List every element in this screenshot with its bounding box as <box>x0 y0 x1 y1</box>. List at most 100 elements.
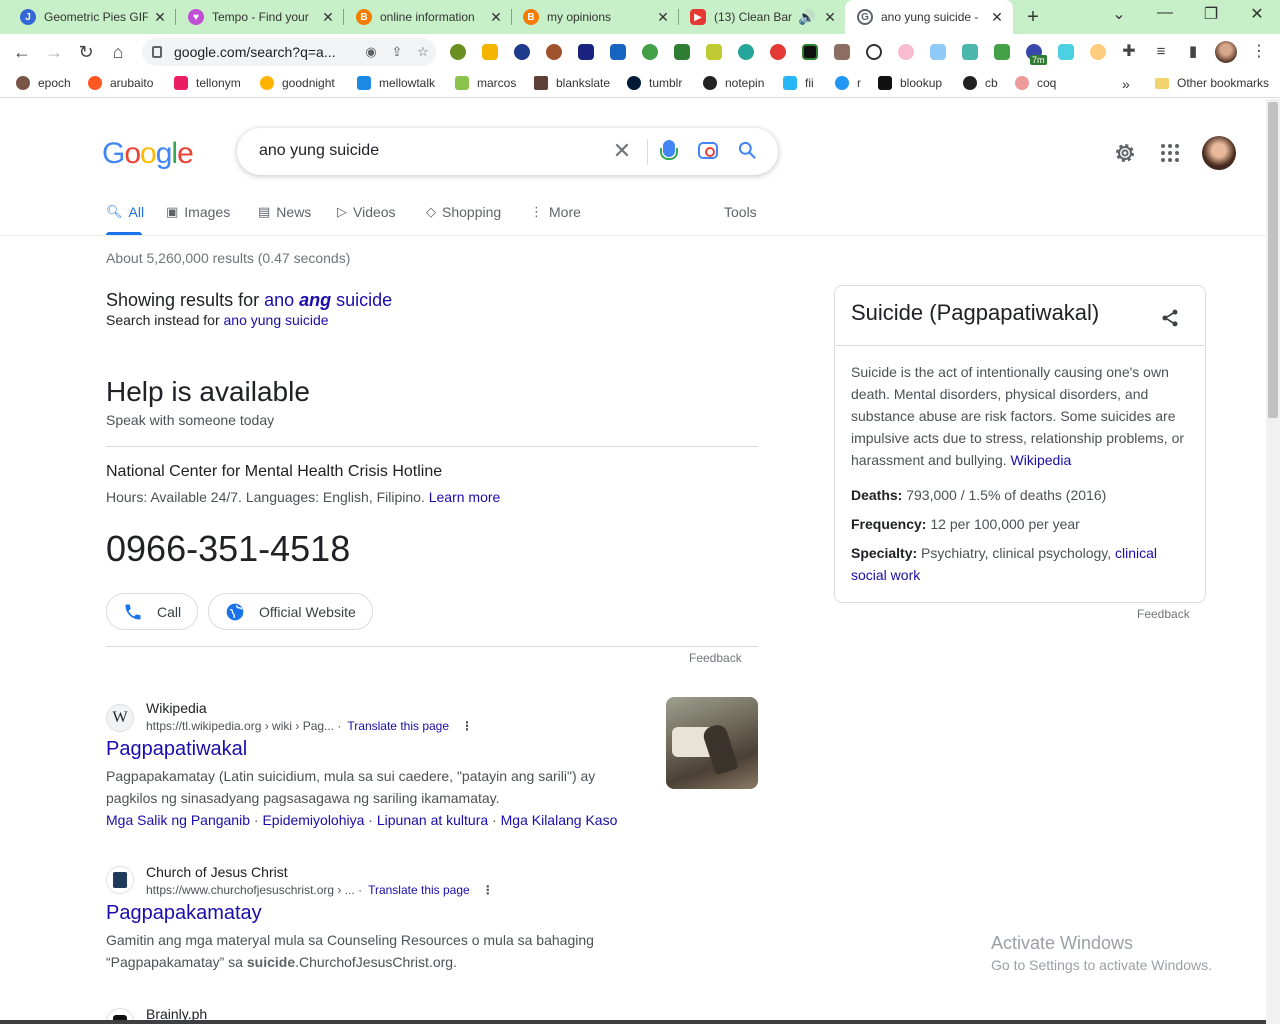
extension-icon[interactable] <box>770 44 786 60</box>
tools-button[interactable]: Tools <box>724 204 757 220</box>
feedback-link[interactable]: Feedback <box>1137 607 1190 621</box>
extension-icon[interactable] <box>642 44 658 60</box>
result-title-link[interactable]: Pagpapakamatay <box>106 902 262 925</box>
extension-icon[interactable] <box>610 44 626 60</box>
tab-news[interactable]: ▤ News <box>258 204 311 220</box>
home-button[interactable]: ⌂ <box>106 40 130 64</box>
address-bar[interactable]: google.com/search?q=a... ◉ ⇪ ☆ <box>142 38 436 66</box>
side-panel-icon[interactable]: ▮ <box>1181 40 1205 64</box>
moon-extension-icon[interactable] <box>866 44 882 60</box>
bookmark-tumblr[interactable]: tumblr <box>627 76 682 90</box>
pencil-extension-icon[interactable] <box>482 44 498 60</box>
extension-icon[interactable] <box>962 44 978 60</box>
kebab-menu-icon[interactable]: ⋮ <box>1247 40 1271 64</box>
profile-avatar[interactable] <box>1215 41 1237 63</box>
share-icon[interactable]: ⇪ <box>384 44 410 60</box>
new-tab-button[interactable]: + <box>1022 6 1044 29</box>
browser-tab-active[interactable]: G ano yung suicide - ✕ <box>845 0 1013 34</box>
forward-button[interactable]: → <box>42 40 66 64</box>
bookmark-cb[interactable]: cb <box>963 76 998 90</box>
learn-more-link[interactable]: Learn more <box>429 489 501 505</box>
google-apps-icon[interactable] <box>1161 144 1179 162</box>
feedback-link[interactable]: Feedback <box>689 651 742 665</box>
sitelink[interactable]: Epidemiyolohiya <box>262 812 364 828</box>
account-avatar[interactable] <box>1202 136 1236 170</box>
sitelink[interactable]: Mga Kilalang Kaso <box>501 812 618 828</box>
more-options-icon[interactable]: ⋮ <box>461 719 473 733</box>
bookmark-marcos[interactable]: marcos <box>455 76 516 90</box>
media-control-icon[interactable]: ≡ <box>1149 40 1173 64</box>
bookmark-mellowtalk[interactable]: mellowtalk <box>357 76 435 90</box>
bookmark-notepin[interactable]: notepin <box>703 76 764 90</box>
extension-icon[interactable] <box>578 44 594 60</box>
corrected-query-link[interactable]: ano ang suicide <box>264 290 392 310</box>
heart-extension-icon[interactable] <box>738 44 754 60</box>
browser-tab[interactable]: J Geometric Pies GIF ✕ <box>8 0 176 34</box>
bookmark-blankslate[interactable]: blankslate <box>534 76 610 90</box>
extension-icon[interactable] <box>450 44 466 60</box>
result-title-link[interactable]: Pagpapatiwakal <box>106 738 247 761</box>
translate-link[interactable]: Translate this page <box>368 883 470 897</box>
search-box[interactable]: ano yung suicide ✕ <box>237 128 778 175</box>
translate-link[interactable]: Translate this page <box>347 719 449 733</box>
camera-lens-icon[interactable] <box>698 142 718 159</box>
tab-all[interactable]: 🔍︎ All <box>106 204 144 220</box>
bookmark-blookup[interactable]: blookup <box>878 76 942 90</box>
search-input[interactable]: ano yung suicide <box>259 142 379 160</box>
close-tab-icon[interactable]: ✕ <box>488 9 504 26</box>
bookmark-fii[interactable]: fii <box>783 76 814 90</box>
browser-tab[interactable]: B online information ✕ <box>344 0 512 34</box>
tab-videos[interactable]: ▷ Videos <box>337 204 396 220</box>
back-button[interactable]: ← <box>10 40 34 64</box>
bookmark-tellonym[interactable]: tellonym <box>174 76 241 90</box>
extension-icon[interactable] <box>1058 44 1074 60</box>
close-tab-icon[interactable]: ✕ <box>822 9 838 26</box>
reload-button[interactable]: ↻ <box>74 40 98 64</box>
more-options-icon[interactable]: ⋮ <box>482 883 494 897</box>
official-website-button[interactable]: Official Website <box>208 593 373 630</box>
extension-icon[interactable] <box>546 44 562 60</box>
other-bookmarks[interactable]: Other bookmarks <box>1155 76 1269 90</box>
microphone-icon[interactable] <box>660 140 678 160</box>
bookmark-arubaito[interactable]: arubaito <box>88 76 153 90</box>
extension-icon[interactable] <box>802 44 818 60</box>
tab-images[interactable]: ▣ Images <box>166 204 230 220</box>
tab-more[interactable]: ⋮ More <box>530 204 581 220</box>
close-tab-icon[interactable]: ✕ <box>320 9 336 26</box>
extension-icon[interactable] <box>1090 44 1106 60</box>
audio-icon[interactable]: 🔊 <box>796 9 818 26</box>
close-window-button[interactable]: ✕ <box>1243 4 1271 24</box>
scrollbar-thumb[interactable] <box>1268 102 1278 418</box>
search-icon[interactable] <box>737 140 757 160</box>
clear-icon[interactable]: ✕ <box>610 138 634 164</box>
browser-tab[interactable]: B my opinions ✕ <box>511 0 679 34</box>
close-tab-icon[interactable]: ✕ <box>152 9 168 26</box>
bookmark-epoch[interactable]: epoch <box>16 76 71 90</box>
extension-icon[interactable] <box>514 44 530 60</box>
bookmark-coq[interactable]: coq <box>1015 76 1056 90</box>
bookmark-r[interactable]: r <box>835 76 861 90</box>
close-tab-icon[interactable]: ✕ <box>989 9 1005 26</box>
sitelink[interactable]: Lipunan at kultura <box>377 812 488 828</box>
location-icon[interactable]: ◉ <box>358 44 384 60</box>
original-query-link[interactable]: ano yung suicide <box>224 312 329 328</box>
puzzle-extensions-icon[interactable]: ✚ <box>1117 40 1141 64</box>
settings-gear-icon[interactable] <box>1113 141 1137 165</box>
sitelink[interactable]: Mga Salik ng Panganib <box>106 812 250 828</box>
extension-icon[interactable] <box>898 44 914 60</box>
bookmark-goodnight[interactable]: goodnight <box>260 76 335 90</box>
tab-shopping[interactable]: ◇ Shopping <box>426 204 501 220</box>
wikipedia-link[interactable]: Wikipedia <box>1011 452 1072 468</box>
extension-icon[interactable] <box>834 44 850 60</box>
restore-button[interactable]: ❐ <box>1197 4 1225 24</box>
more-bookmarks-button[interactable]: » <box>1122 76 1130 92</box>
share-icon[interactable] <box>1160 308 1180 328</box>
close-tab-icon[interactable]: ✕ <box>655 9 671 26</box>
result-thumbnail[interactable] <box>666 697 758 789</box>
google-logo[interactable]: Google <box>102 137 194 171</box>
minimize-button[interactable]: — <box>1151 4 1179 22</box>
browser-tab[interactable]: ♥ Tempo - Find your ✕ <box>176 0 344 34</box>
extension-icon[interactable] <box>674 44 690 60</box>
call-button[interactable]: Call <box>106 593 199 630</box>
extension-icon[interactable] <box>706 44 722 60</box>
